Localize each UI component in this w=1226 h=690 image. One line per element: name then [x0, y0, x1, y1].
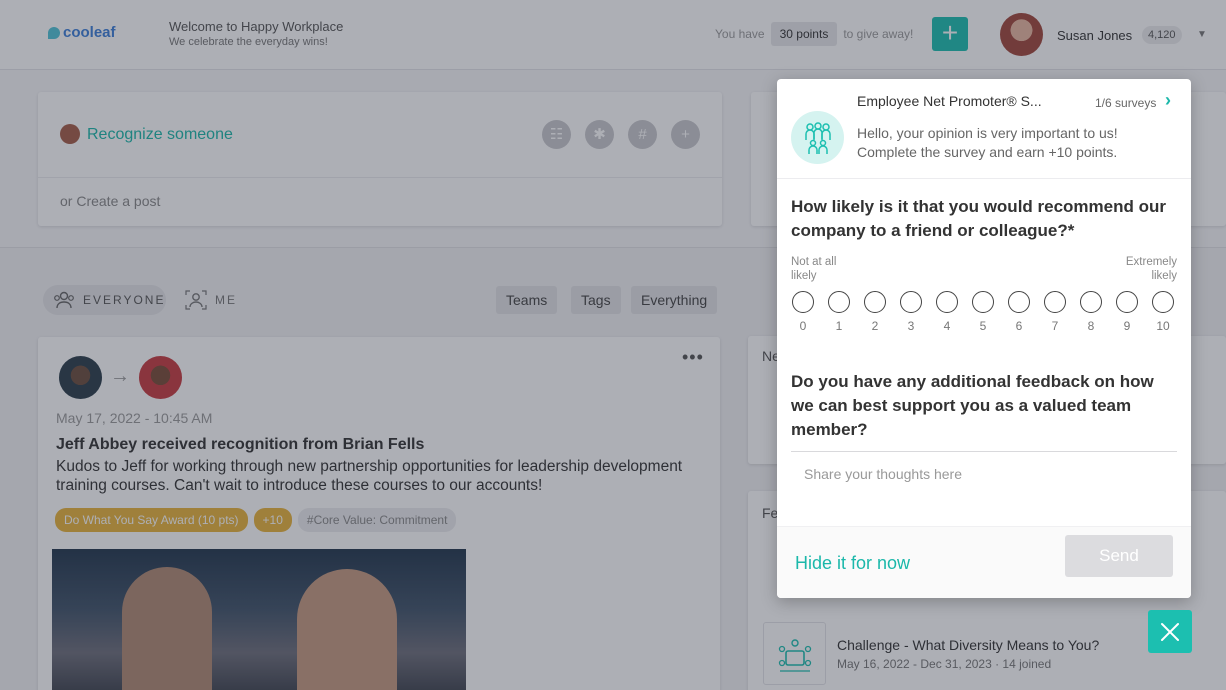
nps-value: 6 — [1015, 319, 1023, 333]
survey-count: 1/6 surveys — [1095, 96, 1157, 110]
send-button[interactable]: Send — [1065, 535, 1173, 577]
radio-button[interactable] — [1152, 291, 1174, 313]
nps-option[interactable]: 7 — [1043, 291, 1067, 333]
scale-high-label: Extremely likely — [1125, 256, 1177, 282]
close-icon — [1161, 622, 1179, 641]
hide-survey-link[interactable]: Hide it for now — [795, 553, 910, 574]
radio-button[interactable] — [936, 291, 958, 313]
survey-title: Employee Net Promoter® S... — [857, 93, 1042, 109]
nps-value: 3 — [907, 319, 915, 333]
question-recommend: How likely is it that you would recommen… — [791, 197, 1166, 240]
nps-value: 4 — [943, 319, 951, 333]
radio-button[interactable] — [1008, 291, 1030, 313]
radio-button[interactable] — [900, 291, 922, 313]
survey-modal: Employee Net Promoter® S... 1/6 surveys … — [777, 79, 1191, 598]
nps-value: 10 — [1156, 319, 1170, 333]
nps-value: 5 — [979, 319, 987, 333]
radio-button[interactable] — [972, 291, 994, 313]
chevron-right-icon[interactable]: › — [1165, 90, 1171, 111]
survey-intro: Hello, your opinion is very important to… — [857, 125, 1118, 160]
feedback-input[interactable] — [791, 451, 1177, 519]
nps-option[interactable]: 1 — [827, 291, 851, 333]
team-icon — [791, 111, 844, 164]
nps-value: 7 — [1051, 319, 1059, 333]
survey-header: Employee Net Promoter® S... 1/6 surveys … — [777, 79, 1191, 179]
survey-footer: Hide it for now Send — [777, 526, 1191, 598]
nps-option[interactable]: 9 — [1115, 291, 1139, 333]
scale-low-label: Not at all likely — [791, 256, 837, 282]
radio-button[interactable] — [864, 291, 886, 313]
radio-button[interactable] — [792, 291, 814, 313]
question-feedback: Do you have any additional feedback on h… — [791, 372, 1154, 439]
nps-option[interactable]: 6 — [1007, 291, 1031, 333]
nps-value: 1 — [835, 319, 843, 333]
radio-button[interactable] — [828, 291, 850, 313]
nps-option[interactable]: 5 — [971, 291, 995, 333]
radio-button[interactable] — [1080, 291, 1102, 313]
radio-button[interactable] — [1116, 291, 1138, 313]
radio-button[interactable] — [1044, 291, 1066, 313]
nps-value: 8 — [1087, 319, 1095, 333]
nps-option[interactable]: 8 — [1079, 291, 1103, 333]
nps-option[interactable]: 3 — [899, 291, 923, 333]
nps-option[interactable]: 10 — [1151, 291, 1175, 333]
nps-option[interactable]: 0 — [791, 291, 815, 333]
close-survey-button[interactable] — [1148, 610, 1192, 653]
nps-scale: 0 1 2 3 4 5 6 7 8 9 10 — [791, 291, 1187, 337]
nps-value: 2 — [871, 319, 879, 333]
nps-option[interactable]: 4 — [935, 291, 959, 333]
nps-option[interactable]: 2 — [863, 291, 887, 333]
nps-value: 9 — [1123, 319, 1131, 333]
nps-value: 0 — [799, 319, 807, 333]
